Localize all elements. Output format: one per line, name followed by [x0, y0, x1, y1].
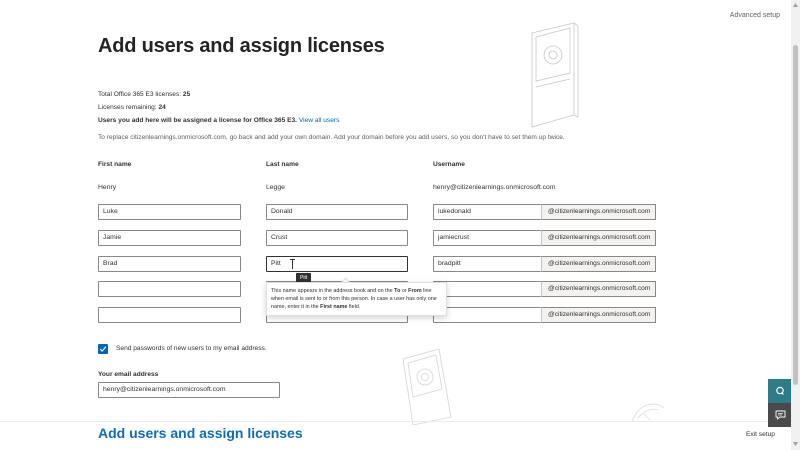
last-name-input[interactable]: Donald — [266, 204, 408, 220]
view-all-users-link[interactable]: View all users — [299, 117, 340, 124]
first-name-input[interactable]: Brad — [98, 256, 241, 272]
tooltip-first-name: First name — [320, 304, 348, 310]
first-name-input[interactable] — [98, 281, 241, 297]
scroll-up-arrow-icon[interactable] — [792, 2, 799, 8]
chat-icon — [776, 386, 784, 395]
scrollbar-thumb[interactable] — [793, 45, 798, 385]
page-title: Add users and assign licenses — [98, 35, 385, 57]
footer-title: Add users and assign licenses — [98, 425, 303, 441]
domain-suffix: @citizenlearnings.onmicrosoft.com — [541, 204, 656, 220]
assign-license-note: Users you add here will be assigned a li… — [98, 117, 299, 124]
text-cursor-icon — [290, 259, 295, 272]
first-name-header: First name — [98, 161, 132, 168]
username-input[interactable]: bradpitt — [433, 256, 541, 272]
username-input[interactable]: jamiecrust — [433, 230, 541, 246]
document-illustration-top — [531, 22, 579, 128]
last-name-input-focused[interactable]: Pitt — [266, 256, 408, 272]
feedback-button[interactable] — [768, 403, 792, 427]
username-input[interactable]: lukedonald — [433, 204, 541, 220]
last-name-input[interactable]: Crust — [266, 230, 408, 246]
username-group: jamiecrust @citizenlearnings.onmicrosoft… — [433, 230, 656, 246]
domain-suffix: @citizenlearnings.onmicrosoft.com — [541, 307, 656, 323]
exit-setup-link[interactable]: Exit setup — [746, 431, 775, 438]
field-help-tooltip: This name appears in the address book an… — [266, 282, 447, 316]
total-licenses-text: Total Office 365 E3 licenses: 25 — [98, 91, 190, 98]
tooltip-text-4: field. — [347, 304, 361, 310]
first-name-input[interactable] — [98, 307, 241, 323]
domain-note: To replace citizenlearnings.onmicrosoft.… — [98, 134, 565, 141]
feedback-icon — [775, 410, 785, 420]
tooltip-text-2: or — [400, 288, 409, 294]
owner-username: henry@citizenlearnings.onmicrosoft.com — [433, 184, 556, 191]
send-passwords-label[interactable]: Send passwords of new users to my email … — [116, 345, 267, 352]
username-input[interactable] — [433, 307, 541, 323]
tooltip-text-1: This name appears in the address book an… — [271, 288, 395, 294]
tooltip-from: From — [408, 288, 422, 294]
username-group: lukedonald @citizenlearnings.onmicrosoft… — [433, 204, 656, 220]
first-name-input[interactable]: Jamie — [98, 230, 241, 246]
email-label: Your email address — [98, 371, 159, 378]
advanced-setup-link[interactable]: Advanced setup — [730, 12, 780, 19]
domain-suffix: @citizenlearnings.onmicrosoft.com — [541, 256, 656, 272]
domain-suffix: @citizenlearnings.onmicrosoft.com — [541, 230, 656, 246]
username-group: @citizenlearnings.onmicrosoft.com — [433, 281, 656, 297]
licenses-remaining-text: Licenses remaining: 24 — [98, 104, 166, 111]
username-group: @citizenlearnings.onmicrosoft.com — [433, 307, 656, 323]
send-passwords-checkbox[interactable] — [98, 344, 108, 354]
checkmark-icon — [99, 346, 107, 352]
footer-divider — [0, 421, 790, 422]
username-group: bradpitt @citizenlearnings.onmicrosoft.c… — [433, 256, 656, 272]
first-name-input[interactable]: Luke — [98, 204, 241, 220]
scroll-down-arrow-icon[interactable] — [792, 441, 799, 447]
username-header: Username — [433, 161, 465, 168]
licenses-remaining-label: Licenses remaining: — [98, 104, 159, 111]
licenses-remaining-value: 24 — [158, 104, 166, 111]
chat-button[interactable] — [768, 379, 792, 403]
owner-last-name: Legge — [266, 184, 285, 191]
email-input[interactable]: henry@citizenlearnings.onmicrosoft.com — [98, 382, 280, 398]
domain-suffix: @citizenlearnings.onmicrosoft.com — [541, 281, 656, 297]
owner-first-name: Henry — [98, 184, 117, 191]
total-licenses-label: Total Office 365 E3 licenses: — [98, 91, 183, 98]
assign-license-text: Users you add here will be assigned a li… — [98, 117, 339, 124]
document-illustration-bottom — [402, 348, 452, 425]
total-licenses-value: 25 — [182, 91, 191, 98]
username-input[interactable] — [433, 281, 541, 297]
last-name-header: Last name — [266, 161, 299, 168]
